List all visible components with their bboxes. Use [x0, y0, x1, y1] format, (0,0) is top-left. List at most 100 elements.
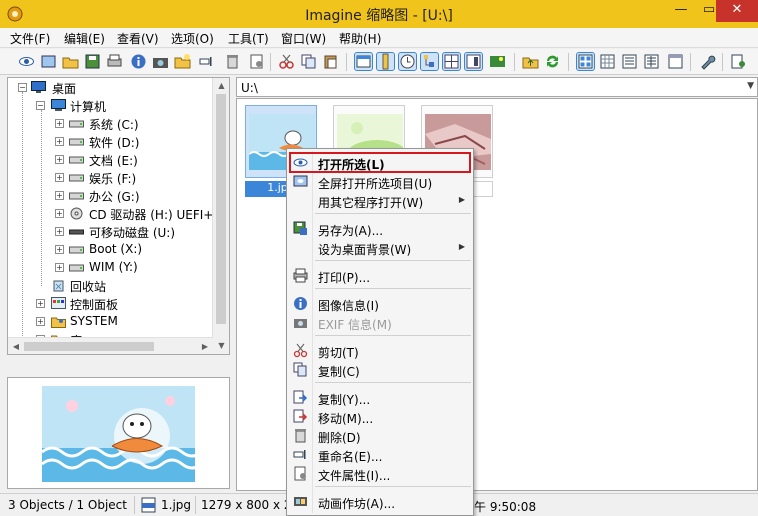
- trash-icon[interactable]: [224, 53, 241, 70]
- expand-icon[interactable]: +: [55, 227, 64, 236]
- expand-icon[interactable]: +: [55, 173, 64, 182]
- menu-item-animation-studio[interactable]: 动画作坊(A)...: [289, 492, 471, 511]
- address-bar[interactable]: U:\ ▼: [236, 77, 758, 97]
- toolbar-separator: [514, 53, 515, 71]
- minimize-button[interactable]: —: [667, 0, 695, 22]
- scrollbar-thumb[interactable]: [24, 342, 154, 351]
- menu-item-label: 移动(M)...: [318, 412, 374, 426]
- fullscreen-icon[interactable]: [40, 53, 57, 70]
- thumb-view-icon[interactable]: [354, 52, 373, 71]
- small-icons-icon[interactable]: [599, 53, 616, 70]
- expand-icon[interactable]: +: [36, 317, 45, 326]
- eye-icon: [293, 158, 308, 167]
- toolbar-separator: [346, 53, 347, 71]
- list-view-icon[interactable]: [621, 53, 638, 70]
- color-picture-icon[interactable]: [489, 53, 506, 70]
- scroll-up-icon[interactable]: ▲: [213, 78, 229, 94]
- menu-item-file-properties[interactable]: 文件属性(I)...: [289, 464, 471, 483]
- up-folder-icon[interactable]: [522, 53, 539, 70]
- close-button[interactable]: ✕: [716, 0, 758, 22]
- menu-item-set-wallpaper[interactable]: 设为桌面背景(W) ▶: [289, 238, 471, 257]
- save-icon[interactable]: [84, 53, 101, 70]
- tree-item-label: 办公 (G:): [89, 190, 140, 204]
- grid-icon[interactable]: [442, 52, 461, 71]
- expand-icon[interactable]: +: [55, 191, 64, 200]
- camera-icon[interactable]: [152, 53, 169, 70]
- wrench-icon[interactable]: [699, 53, 716, 70]
- menu-item-copy-to[interactable]: 复制(Y)...: [289, 388, 471, 407]
- menu-item-save-as[interactable]: 另存为(A)...: [289, 219, 471, 238]
- menu-item-open-selected[interactable]: 打开所选(L): [289, 153, 471, 172]
- table-view-icon[interactable]: [667, 53, 684, 70]
- expand-icon[interactable]: +: [36, 299, 45, 308]
- rename-icon[interactable]: [198, 53, 215, 70]
- status-filename: 1.jpg: [161, 498, 192, 512]
- status-separator: [195, 496, 196, 514]
- new-folder-icon[interactable]: [174, 53, 191, 70]
- tree-guide-line: [41, 110, 42, 286]
- properties-icon[interactable]: [248, 53, 265, 70]
- paste-icon[interactable]: [322, 53, 339, 70]
- menu-item-label: 动画作坊(A)...: [318, 497, 396, 511]
- menu-item-print[interactable]: 打印(P)...: [289, 266, 471, 285]
- menu-help[interactable]: 帮助(H): [339, 30, 381, 47]
- open-folder-icon[interactable]: [62, 53, 79, 70]
- menu-item-image-info[interactable]: 图像信息(I): [289, 294, 471, 313]
- menu-edit[interactable]: 编辑(E): [64, 30, 105, 47]
- menu-item-rename[interactable]: 重命名(E)...: [289, 445, 471, 464]
- menu-item-delete[interactable]: 删除(D): [289, 426, 471, 445]
- hard-drive-icon: [69, 156, 84, 164]
- expand-icon[interactable]: +: [55, 245, 64, 254]
- menu-item-label: 删除(D): [318, 431, 361, 445]
- tree-item-label: WIM (Y:): [89, 260, 138, 274]
- tree-item-label: Boot (X:): [89, 242, 143, 256]
- scroll-left-icon[interactable]: ◀: [8, 338, 24, 354]
- expand-icon[interactable]: +: [55, 119, 64, 128]
- status-separator: [134, 496, 135, 514]
- copy-icon[interactable]: [300, 53, 317, 70]
- menu-item-fullscreen-open[interactable]: 全屏打开所选项目(U): [289, 172, 471, 191]
- expand-icon[interactable]: +: [55, 209, 64, 218]
- scissors-icon[interactable]: [278, 53, 295, 70]
- menu-view[interactable]: 查看(V): [117, 30, 159, 47]
- scrollbar-thumb[interactable]: [216, 94, 226, 324]
- menu-tools[interactable]: 工具(T): [228, 30, 269, 47]
- printer-icon[interactable]: [106, 53, 123, 70]
- menu-item-move[interactable]: 移动(M)...: [289, 407, 471, 426]
- tree-icon[interactable]: [420, 52, 439, 71]
- expand-icon[interactable]: +: [55, 137, 64, 146]
- clock-icon[interactable]: [398, 52, 417, 71]
- details-view-icon[interactable]: [643, 53, 660, 70]
- tree-vertical-scrollbar[interactable]: ▲ ▼: [212, 78, 229, 354]
- window-title: Imagine 缩略图 - [U:\]: [305, 8, 453, 24]
- menu-item-cut[interactable]: 剪切(T): [289, 341, 471, 360]
- scroll-right-icon[interactable]: ▶: [197, 338, 213, 354]
- tree-item-label: 系统 (C:): [89, 118, 139, 132]
- menu-item-open-with[interactable]: 用其它程序打开(W) ▶: [289, 191, 471, 210]
- page-settings-icon[interactable]: [730, 53, 747, 70]
- chevron-down-icon[interactable]: ▼: [747, 81, 754, 91]
- menu-file[interactable]: 文件(F): [10, 30, 50, 47]
- menu-separator: [315, 213, 471, 214]
- fullscreen-icon: [293, 175, 308, 187]
- menu-item-exif-info[interactable]: EXIF 信息(M): [289, 313, 471, 332]
- scissors-icon: [293, 343, 308, 358]
- view-icon[interactable]: [18, 53, 35, 70]
- menu-window[interactable]: 窗口(W): [281, 30, 326, 47]
- menu-item-copy[interactable]: 复制(C): [289, 360, 471, 379]
- status-object-count: 3 Objects / 1 Object: [8, 498, 127, 512]
- menu-item-label: 全屏打开所选项目(U): [318, 177, 433, 191]
- refresh-icon[interactable]: [544, 53, 561, 70]
- collapse-icon[interactable]: −: [36, 101, 45, 110]
- scroll-down-icon[interactable]: ▼: [213, 338, 229, 354]
- large-icons-icon[interactable]: [576, 52, 595, 71]
- preview-icon[interactable]: [464, 52, 483, 71]
- filmstrip-icon[interactable]: [376, 52, 395, 71]
- expand-icon[interactable]: +: [55, 155, 64, 164]
- toolbar: [0, 49, 758, 75]
- collapse-icon[interactable]: −: [18, 83, 27, 92]
- menu-options[interactable]: 选项(O): [171, 30, 214, 47]
- info-icon[interactable]: [130, 53, 147, 70]
- tree-horizontal-scrollbar[interactable]: ◀ ▶: [8, 337, 213, 354]
- expand-icon[interactable]: +: [55, 263, 64, 272]
